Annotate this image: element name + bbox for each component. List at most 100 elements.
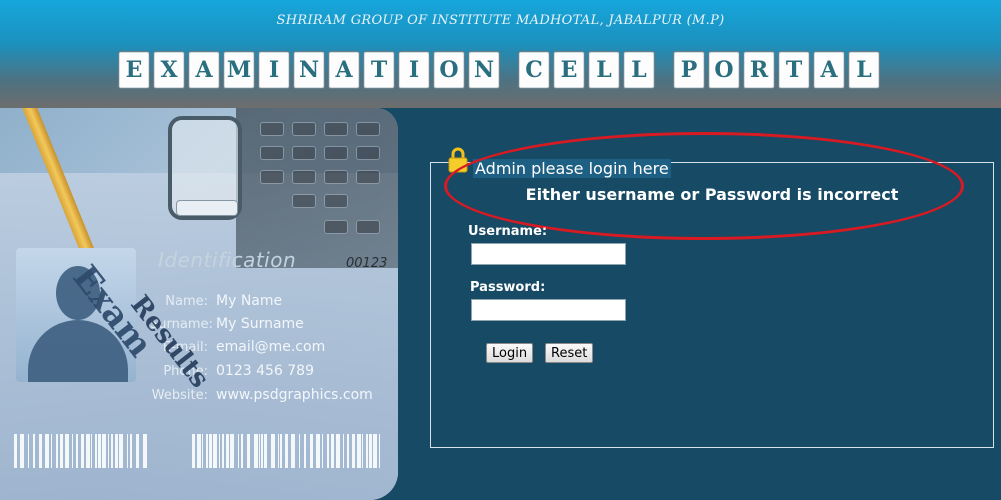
barcode-bar [197, 434, 201, 468]
barcode-bar [271, 434, 275, 468]
barcode-bar [60, 434, 63, 468]
title-letter-tile: L [848, 51, 880, 89]
barcode-left [14, 434, 148, 468]
barcode-bar [347, 434, 349, 468]
title-letter-tile: O [433, 51, 465, 89]
barcode-bar [343, 434, 344, 468]
barcode-bar [45, 434, 49, 468]
barcode-bar [115, 434, 118, 468]
barcode-bar [369, 434, 372, 468]
barcode-bar [291, 434, 295, 468]
barcode-bar [192, 434, 195, 468]
barcode-bar [280, 434, 282, 468]
username-input[interactable] [471, 243, 626, 265]
barcode-bar [278, 434, 279, 468]
identification-heading: Identification [158, 248, 297, 272]
barcode-bar [20, 434, 24, 468]
title-letter-tile: L [623, 51, 655, 89]
password-input[interactable] [471, 299, 626, 321]
barcode-bar [91, 434, 92, 468]
barcode-bar [230, 434, 234, 468]
barcode-bar [56, 434, 58, 468]
barcode-bar [373, 434, 377, 468]
barcode-bar [86, 434, 90, 468]
institute-name: SHRIRAM GROUP OF INSTITUTE MADHOTAL, JAB… [276, 13, 725, 28]
barcode-bar [357, 434, 361, 468]
card-field-value: My Name [216, 293, 283, 309]
title-letter-tile: C [518, 51, 550, 89]
barcode-bar [33, 434, 35, 468]
barcode-bar [127, 434, 128, 468]
title-letter-tile: A [188, 51, 220, 89]
barcode-bar [206, 434, 208, 468]
calculator-image [236, 108, 398, 268]
barcode-bar [209, 434, 212, 468]
title-letter-tile: N [293, 51, 325, 89]
card-field-value: 0123 456 789 [216, 363, 314, 379]
title-letter-tile: E [118, 51, 150, 89]
barcode-bar [39, 434, 42, 468]
card-field-label: Website: [151, 388, 208, 403]
barcode-bar [379, 434, 380, 468]
barcode-bar [299, 434, 300, 468]
title-letter-tile: M [223, 51, 255, 89]
barcode-bar [81, 434, 84, 468]
title-letter-tile: L [588, 51, 620, 89]
barcode-bar [322, 434, 323, 468]
barcode-bar [316, 434, 320, 468]
barcode-bar [72, 434, 73, 468]
card-field-value: email@me.com [216, 339, 326, 355]
barcode-bar [238, 434, 239, 468]
title-letter-tile: E [553, 51, 585, 89]
barcode-bar [111, 434, 113, 468]
barcode-bar [119, 434, 123, 468]
barcode-bar [310, 434, 313, 468]
portal-title: EXAMINATIONCELLPORTAL [118, 51, 880, 91]
barcode-bar [366, 434, 368, 468]
title-letter-tile: A [813, 51, 845, 89]
barcode-bar [143, 434, 147, 468]
barcode-bar [136, 434, 139, 468]
title-letter-tile: N [468, 51, 500, 89]
title-letter-tile: R [743, 51, 775, 89]
title-letter-tile: A [328, 51, 360, 89]
barcode-bar [65, 434, 69, 468]
barcode-bar [14, 434, 17, 468]
barcode-bar [261, 434, 263, 468]
title-letter-tile: X [153, 51, 185, 89]
barcode-bar [331, 434, 334, 468]
card-field-value: www.psdgraphics.com [216, 387, 373, 403]
title-letter-tile: T [778, 51, 810, 89]
barcode-bar [264, 434, 267, 468]
barcode-bar [202, 434, 203, 468]
login-button[interactable]: Login [486, 343, 534, 363]
barcode-right [192, 434, 382, 468]
barcode-bar [285, 434, 288, 468]
title-letter-tile: O [708, 51, 740, 89]
title-letter-tile: I [258, 51, 290, 89]
barcode-bar [336, 434, 340, 468]
barcode-bar [362, 434, 363, 468]
card-serial: 00123 [346, 256, 388, 271]
barcode-bar [247, 434, 250, 468]
card-field-value: My Surname [216, 316, 304, 332]
title-letter-tile: I [398, 51, 430, 89]
barcode-bar [241, 434, 243, 468]
barcode-bar [213, 434, 217, 468]
title-letter-tile: T [363, 51, 395, 89]
username-label: Username: [468, 224, 548, 239]
barcode-bar [304, 434, 306, 468]
barcode-bar [130, 434, 132, 468]
reset-button[interactable]: Reset [545, 343, 594, 363]
barcode-bar [327, 434, 329, 468]
header-banner: SHRIRAM GROUP OF INSTITUTE MADHOTAL, JAB… [0, 0, 1001, 108]
barcode-bar [102, 434, 106, 468]
barcode-bar [95, 434, 97, 468]
barcode-bar [51, 434, 52, 468]
barcode-bar [259, 434, 260, 468]
barcode-bar [352, 434, 355, 468]
id-card-illustration: Identification 00123 Name: My Name Surna… [0, 108, 398, 500]
title-letter-tile: P [673, 51, 705, 89]
barcode-bar [222, 434, 224, 468]
badge-clip-tab [176, 200, 238, 216]
